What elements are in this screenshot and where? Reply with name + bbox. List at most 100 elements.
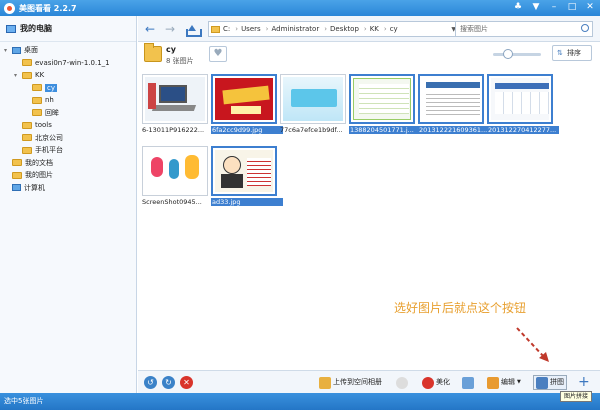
- tree-node-label: 我的图片: [25, 171, 53, 180]
- delete-button[interactable]: ✕: [180, 376, 193, 389]
- share-button[interactable]: [396, 375, 410, 390]
- thumbnail-frame[interactable]: [349, 74, 415, 124]
- thumbnail-frame[interactable]: [142, 146, 208, 196]
- tree-node[interactable]: nh: [0, 94, 136, 107]
- search-icon[interactable]: [581, 24, 589, 32]
- annotation-arrow: [516, 327, 549, 362]
- edit-button[interactable]: 编辑 ▼: [487, 375, 521, 390]
- folder-tree: ▾ 桌面 evasi0n7-win-1.0.1_1 ▾ KK cy nh 回眸 tools 北京公…: [0, 42, 136, 194]
- sort-button[interactable]: 排序: [552, 45, 592, 61]
- forward-button[interactable]: →: [162, 21, 178, 37]
- crop-button[interactable]: [462, 375, 476, 390]
- thumbnail-frame[interactable]: [211, 74, 277, 124]
- thumbnail-caption: 6fa2cc9d99.jpg: [211, 126, 283, 134]
- folder-icon: [32, 109, 42, 117]
- folder-icon: [12, 171, 22, 179]
- minimize-icon[interactable]: –: [548, 2, 560, 13]
- tree-node-label: 北京公司: [35, 133, 63, 142]
- thumbnail-caption: 201312270412277...: [487, 126, 559, 134]
- tree-node-label: 回眸: [45, 108, 59, 117]
- zoom-slider[interactable]: [493, 49, 541, 59]
- tree-node[interactable]: 计算机: [0, 182, 136, 195]
- thumbnail-item[interactable]: ad33.jpg: [211, 146, 283, 212]
- thumbnail-image: [491, 78, 549, 120]
- zoom-slider-knob[interactable]: [503, 49, 513, 59]
- thumbnail-item[interactable]: 6-13011P916222...: [142, 74, 212, 140]
- beautify-icon: [422, 376, 434, 389]
- thumbnail-item[interactable]: ScreenShot0945...: [142, 146, 212, 212]
- search-input[interactable]: 搜索图片: [455, 21, 593, 37]
- tree-node-label: 手机平台: [35, 146, 63, 155]
- folder-icon: [22, 146, 32, 154]
- path-segment[interactable]: Users: [241, 25, 261, 33]
- thumbnail-grid: 6-13011P916222... 6fa2cc9d99.jpg 77c6a7efc…: [138, 70, 600, 370]
- thumbnail-frame[interactable]: [418, 74, 484, 124]
- current-folder-icon: [144, 43, 162, 62]
- upload-album-icon: [319, 376, 331, 389]
- tree-node[interactable]: 北京公司: [0, 132, 136, 145]
- path-separator-icon: ›: [383, 25, 387, 33]
- tree-root[interactable]: 我的电脑: [0, 16, 136, 42]
- thumbnail-item[interactable]: 201312270412277...: [487, 74, 559, 140]
- path-segment[interactable]: Administrator: [271, 25, 319, 33]
- folder-icon: [12, 159, 22, 167]
- close-icon[interactable]: ✕: [584, 2, 596, 13]
- maximize-icon[interactable]: □: [566, 2, 578, 13]
- thumbnail-caption: 6-13011P916222...: [142, 126, 205, 134]
- tree-node-label: 计算机: [24, 183, 45, 192]
- path-separator-icon: ›: [363, 25, 367, 33]
- folder-icon: [22, 59, 32, 67]
- status-bar: 选中5张图片: [0, 393, 600, 410]
- thumbnail-frame[interactable]: [211, 146, 277, 196]
- puzzle-button[interactable]: 拼图: [533, 375, 567, 390]
- path-separator-icon: ›: [324, 25, 328, 33]
- thumbnail-image: [145, 149, 205, 193]
- thumbnail-frame[interactable]: [487, 74, 553, 124]
- thumbnail-frame[interactable]: [280, 74, 346, 124]
- skin-icon[interactable]: ♣: [512, 2, 524, 13]
- expander-icon[interactable]: ▾: [4, 47, 12, 54]
- thumbnail-caption: 201312221609361...: [418, 126, 490, 134]
- upload-album-button[interactable]: 上传到空间相册: [319, 375, 382, 390]
- favorite-heart-icon[interactable]: ♥: [209, 46, 227, 62]
- add-button[interactable]: +: [578, 375, 590, 390]
- upload-album-label: 上传到空间相册: [333, 378, 382, 386]
- folder-icon: [32, 84, 42, 92]
- tree-node[interactable]: cy: [0, 82, 136, 95]
- tree-node[interactable]: ▾ KK: [0, 69, 136, 82]
- annotation-text: 选好图片后就点这个按钮: [394, 301, 527, 315]
- thumbnail-item[interactable]: 6fa2cc9d99.jpg: [211, 74, 283, 140]
- path-segment[interactable]: KK: [370, 25, 379, 33]
- tree-node[interactable]: 我的图片: [0, 169, 136, 182]
- thumbnail-image: [283, 77, 343, 121]
- folder-icon: [32, 96, 42, 104]
- path-segment[interactable]: cy: [390, 25, 398, 33]
- shirt-icon[interactable]: ▼: [530, 2, 542, 13]
- thumbnail-image: [145, 77, 205, 121]
- thumbnail-item[interactable]: 77c6a7efce1b9df...: [280, 74, 350, 140]
- path-segment[interactable]: C:: [223, 25, 230, 33]
- tree-node[interactable]: tools: [0, 119, 136, 132]
- path-separator-icon: ›: [235, 25, 239, 33]
- tree-root-label: 我的电脑: [20, 24, 52, 33]
- thumbnail-image: [422, 78, 480, 120]
- computer-icon: [6, 24, 16, 33]
- thumbnail-caption: ad33.jpg: [211, 198, 283, 206]
- rotate-left-button[interactable]: ↺: [144, 376, 157, 389]
- address-bar[interactable]: C: › Users › Administrator › Desktop › KK › cy ▼: [208, 21, 460, 37]
- tree-node[interactable]: 我的文档: [0, 157, 136, 170]
- tree-node[interactable]: 手机平台: [0, 144, 136, 157]
- path-segment[interactable]: Desktop: [330, 25, 359, 33]
- thumbnail-frame[interactable]: [142, 74, 208, 124]
- tree-node[interactable]: 回眸: [0, 107, 136, 120]
- thumbnail-item[interactable]: 1388204501771.j...: [349, 74, 421, 140]
- thumbnail-item[interactable]: 201312221609361...: [418, 74, 490, 140]
- beautify-button[interactable]: 美化: [422, 375, 450, 390]
- back-button[interactable]: ←: [142, 21, 158, 37]
- up-folder-icon[interactable]: [184, 21, 202, 37]
- rotate-right-button[interactable]: ↻: [162, 376, 175, 389]
- edit-wand-icon: [487, 376, 499, 389]
- tree-node[interactable]: evasi0n7-win-1.0.1_1: [0, 57, 136, 70]
- tree-node[interactable]: ▾ 桌面: [0, 44, 136, 57]
- expander-icon[interactable]: ▾: [14, 72, 22, 79]
